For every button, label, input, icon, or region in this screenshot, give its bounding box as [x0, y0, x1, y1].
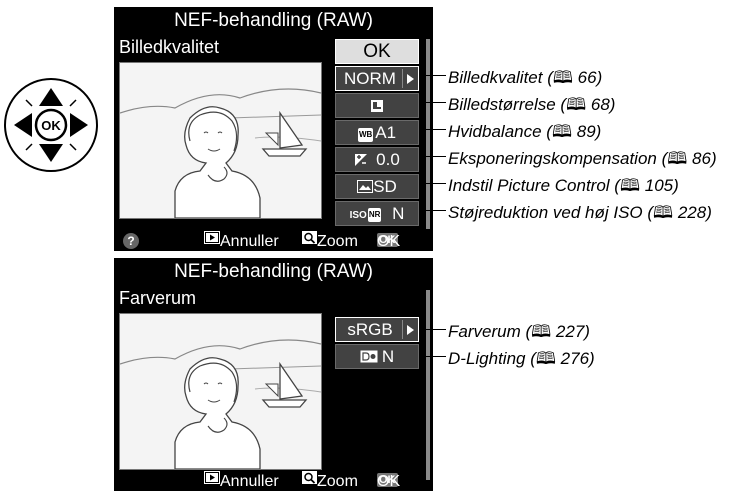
ok-label: OK	[377, 233, 401, 250]
playback-icon	[204, 231, 220, 244]
picture-control-value: SD	[373, 177, 397, 196]
image-size-button[interactable]	[335, 93, 419, 118]
image-size-icon	[371, 100, 383, 112]
screen-color-space: NEF-behandling (RAW) Farverum sRGB N Ann…	[114, 258, 433, 491]
screen-title: NEF-behandling (RAW)	[174, 10, 373, 31]
book-icon: 🕮	[653, 203, 674, 222]
annotation-d-lighting: D-Lighting (🕮 276)	[448, 349, 595, 368]
annotation-high-iso-nr: Støjreduktion ved høj ISO (🕮 228)	[448, 203, 712, 222]
picture-control-icon	[357, 180, 374, 193]
leader-line	[419, 127, 446, 132]
leader-line	[419, 181, 446, 186]
footer: Annuller Zoom OK OK	[114, 467, 433, 491]
annotation-exposure-compensation: Eksponeringskompensation (🕮 86)	[448, 149, 717, 168]
annotation-white-balance: Hvidbalance (🕮 89)	[448, 122, 602, 141]
ok-button[interactable]: OK	[335, 39, 419, 64]
divider	[402, 69, 403, 88]
zoom-hint[interactable]: Zoom	[302, 230, 358, 250]
book-icon: 🕮	[551, 122, 572, 141]
ok-label: OK	[377, 473, 401, 490]
book-icon: 🕮	[566, 95, 587, 114]
footer: ? Annuller Zoom OK OK	[114, 227, 433, 251]
zoom-icon	[302, 231, 317, 244]
high-iso-nr-button[interactable]: ISO NR N	[335, 201, 419, 226]
annotation-picture-control: Indstil Picture Control (🕮 105)	[448, 176, 679, 195]
arrow-right-icon	[407, 325, 414, 335]
scrollbar[interactable]	[426, 290, 430, 480]
scrollbar[interactable]	[426, 39, 430, 229]
preview-image	[119, 62, 322, 219]
screen-subtitle: Farverum	[119, 288, 197, 308]
d-lighting-button[interactable]: N	[335, 344, 419, 369]
leader-line	[419, 327, 446, 332]
leader-line	[419, 100, 446, 105]
annotation-image-size: Billedstørrelse (🕮 68)	[448, 95, 616, 114]
book-icon: 🕮	[535, 349, 556, 368]
book-icon: 🕮	[531, 322, 552, 341]
color-space-value: sRGB	[347, 320, 393, 339]
screen-title: NEF-behandling (RAW)	[174, 261, 373, 282]
cancel-label: Annuller	[220, 473, 279, 490]
exposure-compensation-value: 0.0	[376, 150, 400, 169]
zoom-label: Zoom	[317, 233, 358, 250]
screen-subtitle: Billedkvalitet	[119, 37, 220, 57]
multi-selector-center-label: OK	[41, 118, 61, 133]
iso-nr-icon: ISO NR	[349, 208, 382, 222]
cancel-hint[interactable]: Annuller	[204, 470, 279, 490]
leader-line	[419, 73, 446, 78]
image-quality-value: NORM	[344, 69, 396, 88]
exposure-compensation-icon	[355, 154, 368, 166]
image-quality-button[interactable]: NORM	[335, 66, 419, 91]
arrow-right-icon	[407, 74, 414, 84]
wb-icon: WB	[357, 128, 374, 142]
playback-icon	[204, 471, 220, 484]
annotation-color-space: Farverum (🕮 227)	[448, 322, 590, 341]
d-lighting-value: N	[381, 347, 395, 366]
divider	[402, 320, 403, 339]
zoom-hint[interactable]: Zoom	[302, 470, 358, 490]
leader-line	[419, 154, 446, 159]
leader-line	[419, 208, 446, 213]
preview-image	[119, 313, 322, 470]
white-balance-value: A1	[375, 123, 397, 142]
picture-control-button[interactable]: SD	[335, 174, 419, 199]
book-icon: 🕮	[552, 68, 573, 87]
book-icon: 🕮	[619, 176, 640, 195]
color-space-button[interactable]: sRGB	[335, 317, 419, 342]
book-icon: 🕮	[667, 149, 688, 168]
multi-selector-icon: OK	[4, 78, 98, 172]
white-balance-button[interactable]: WB A1	[335, 120, 419, 145]
zoom-label: Zoom	[317, 473, 358, 490]
zoom-icon	[302, 471, 317, 484]
high-iso-nr-value: N	[392, 204, 405, 223]
d-lighting-icon	[360, 350, 378, 363]
screen-image-quality: NEF-behandling (RAW) Billedkvalitet OK N…	[114, 7, 433, 251]
annotation-image-quality: Billedkvalitet (🕮 66)	[448, 68, 603, 87]
leader-line	[419, 354, 446, 359]
exposure-compensation-button[interactable]: 0.0	[335, 147, 419, 172]
cancel-label: Annuller	[220, 233, 279, 250]
cancel-hint[interactable]: Annuller	[204, 230, 279, 250]
